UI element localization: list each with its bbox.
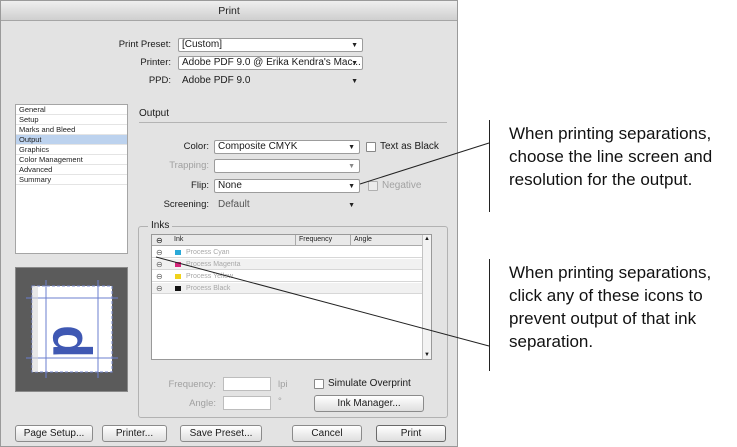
callout-lines <box>155 142 490 347</box>
callout-leader-line <box>359 142 490 185</box>
callout-line: When printing separations, <box>509 263 712 282</box>
callout-text-screening: When printing separations, choose the li… <box>509 122 712 191</box>
callout-line: When printing separations, <box>509 124 712 143</box>
callout-text-inks: When printing separations, click any of … <box>509 261 711 353</box>
callout-line: separation. <box>509 332 594 351</box>
callout-line: click any of these icons to <box>509 286 703 305</box>
callout-line: choose the line screen and <box>509 147 713 166</box>
callout-bracket <box>489 120 490 212</box>
callout-leader-line <box>155 256 490 347</box>
callout-line: prevent output of that ink <box>509 309 697 328</box>
callout-line: resolution for the output. <box>509 170 693 189</box>
callout-bracket <box>489 259 490 371</box>
